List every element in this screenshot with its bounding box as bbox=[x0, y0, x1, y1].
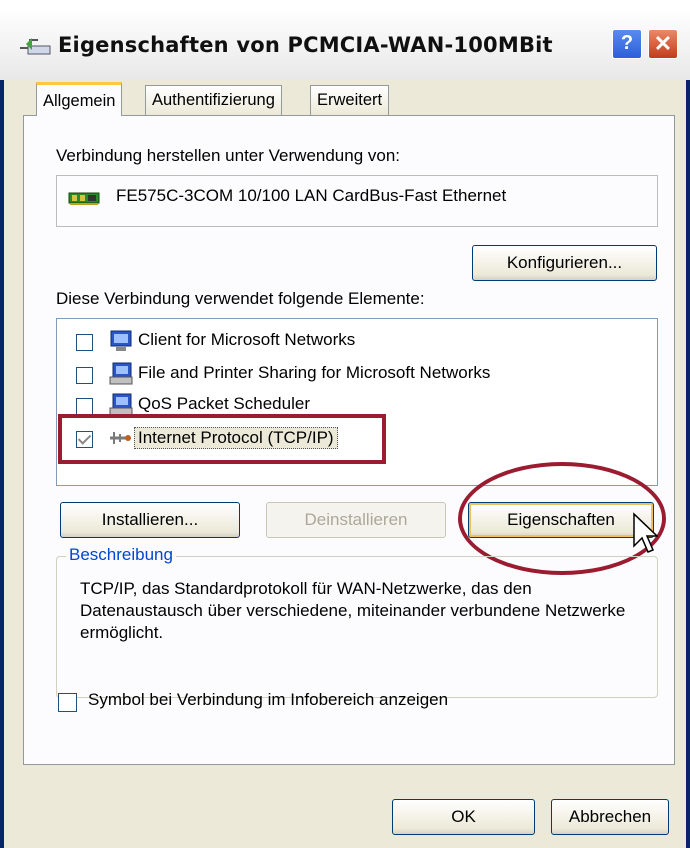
window-title: Eigenschaften von PCMCIA-WAN-100MBit bbox=[58, 33, 553, 57]
components-label: Diese Verbindung verwendet folgende Elem… bbox=[56, 289, 425, 308]
install-button[interactable]: Installieren... bbox=[60, 502, 240, 538]
configure-button[interactable]: Konfigurieren... bbox=[472, 245, 657, 281]
description-text: TCP/IP, das Standardprotokoll für WAN-Ne… bbox=[80, 579, 626, 642]
component-checkbox[interactable] bbox=[76, 334, 93, 351]
notify-label[interactable]: Symbol bei Verbindung im Infobereich anz… bbox=[88, 690, 448, 710]
component-label: Client for Microsoft Networks bbox=[138, 330, 356, 349]
tab-allgemein[interactable]: Allgemein bbox=[36, 82, 123, 116]
description-legend: Beschreibung bbox=[66, 545, 176, 565]
component-checkbox[interactable] bbox=[76, 367, 93, 384]
network-connection-icon bbox=[20, 38, 51, 55]
tab-erweitert[interactable]: Erweitert bbox=[310, 85, 390, 115]
tab-authentifizierung[interactable]: Authentifizierung bbox=[145, 85, 282, 115]
network-card-icon bbox=[68, 192, 100, 205]
network-service-icon bbox=[109, 362, 133, 385]
ok-button[interactable]: OK bbox=[392, 799, 535, 835]
notify-checkbox[interactable] bbox=[58, 693, 77, 712]
cancel-button[interactable]: Abbrechen bbox=[551, 799, 669, 835]
uninstall-button[interactable]: Deinstallieren bbox=[266, 502, 446, 538]
annotation-highlight-rectangle bbox=[58, 414, 386, 464]
network-client-icon bbox=[110, 330, 132, 351]
connect-using-label: Verbindung herstellen unter Verwendung v… bbox=[56, 146, 401, 165]
mouse-cursor-icon bbox=[633, 512, 658, 553]
close-button[interactable]: ✕ bbox=[648, 29, 678, 59]
device-name: FE575C-3COM 10/100 LAN CardBus-Fast Ethe… bbox=[116, 186, 507, 205]
component-label: QoS Packet Scheduler bbox=[138, 394, 310, 413]
component-checkbox[interactable] bbox=[76, 398, 93, 415]
component-label: File and Printer Sharing for Microsoft N… bbox=[138, 363, 491, 382]
help-button[interactable]: ? bbox=[612, 29, 642, 59]
